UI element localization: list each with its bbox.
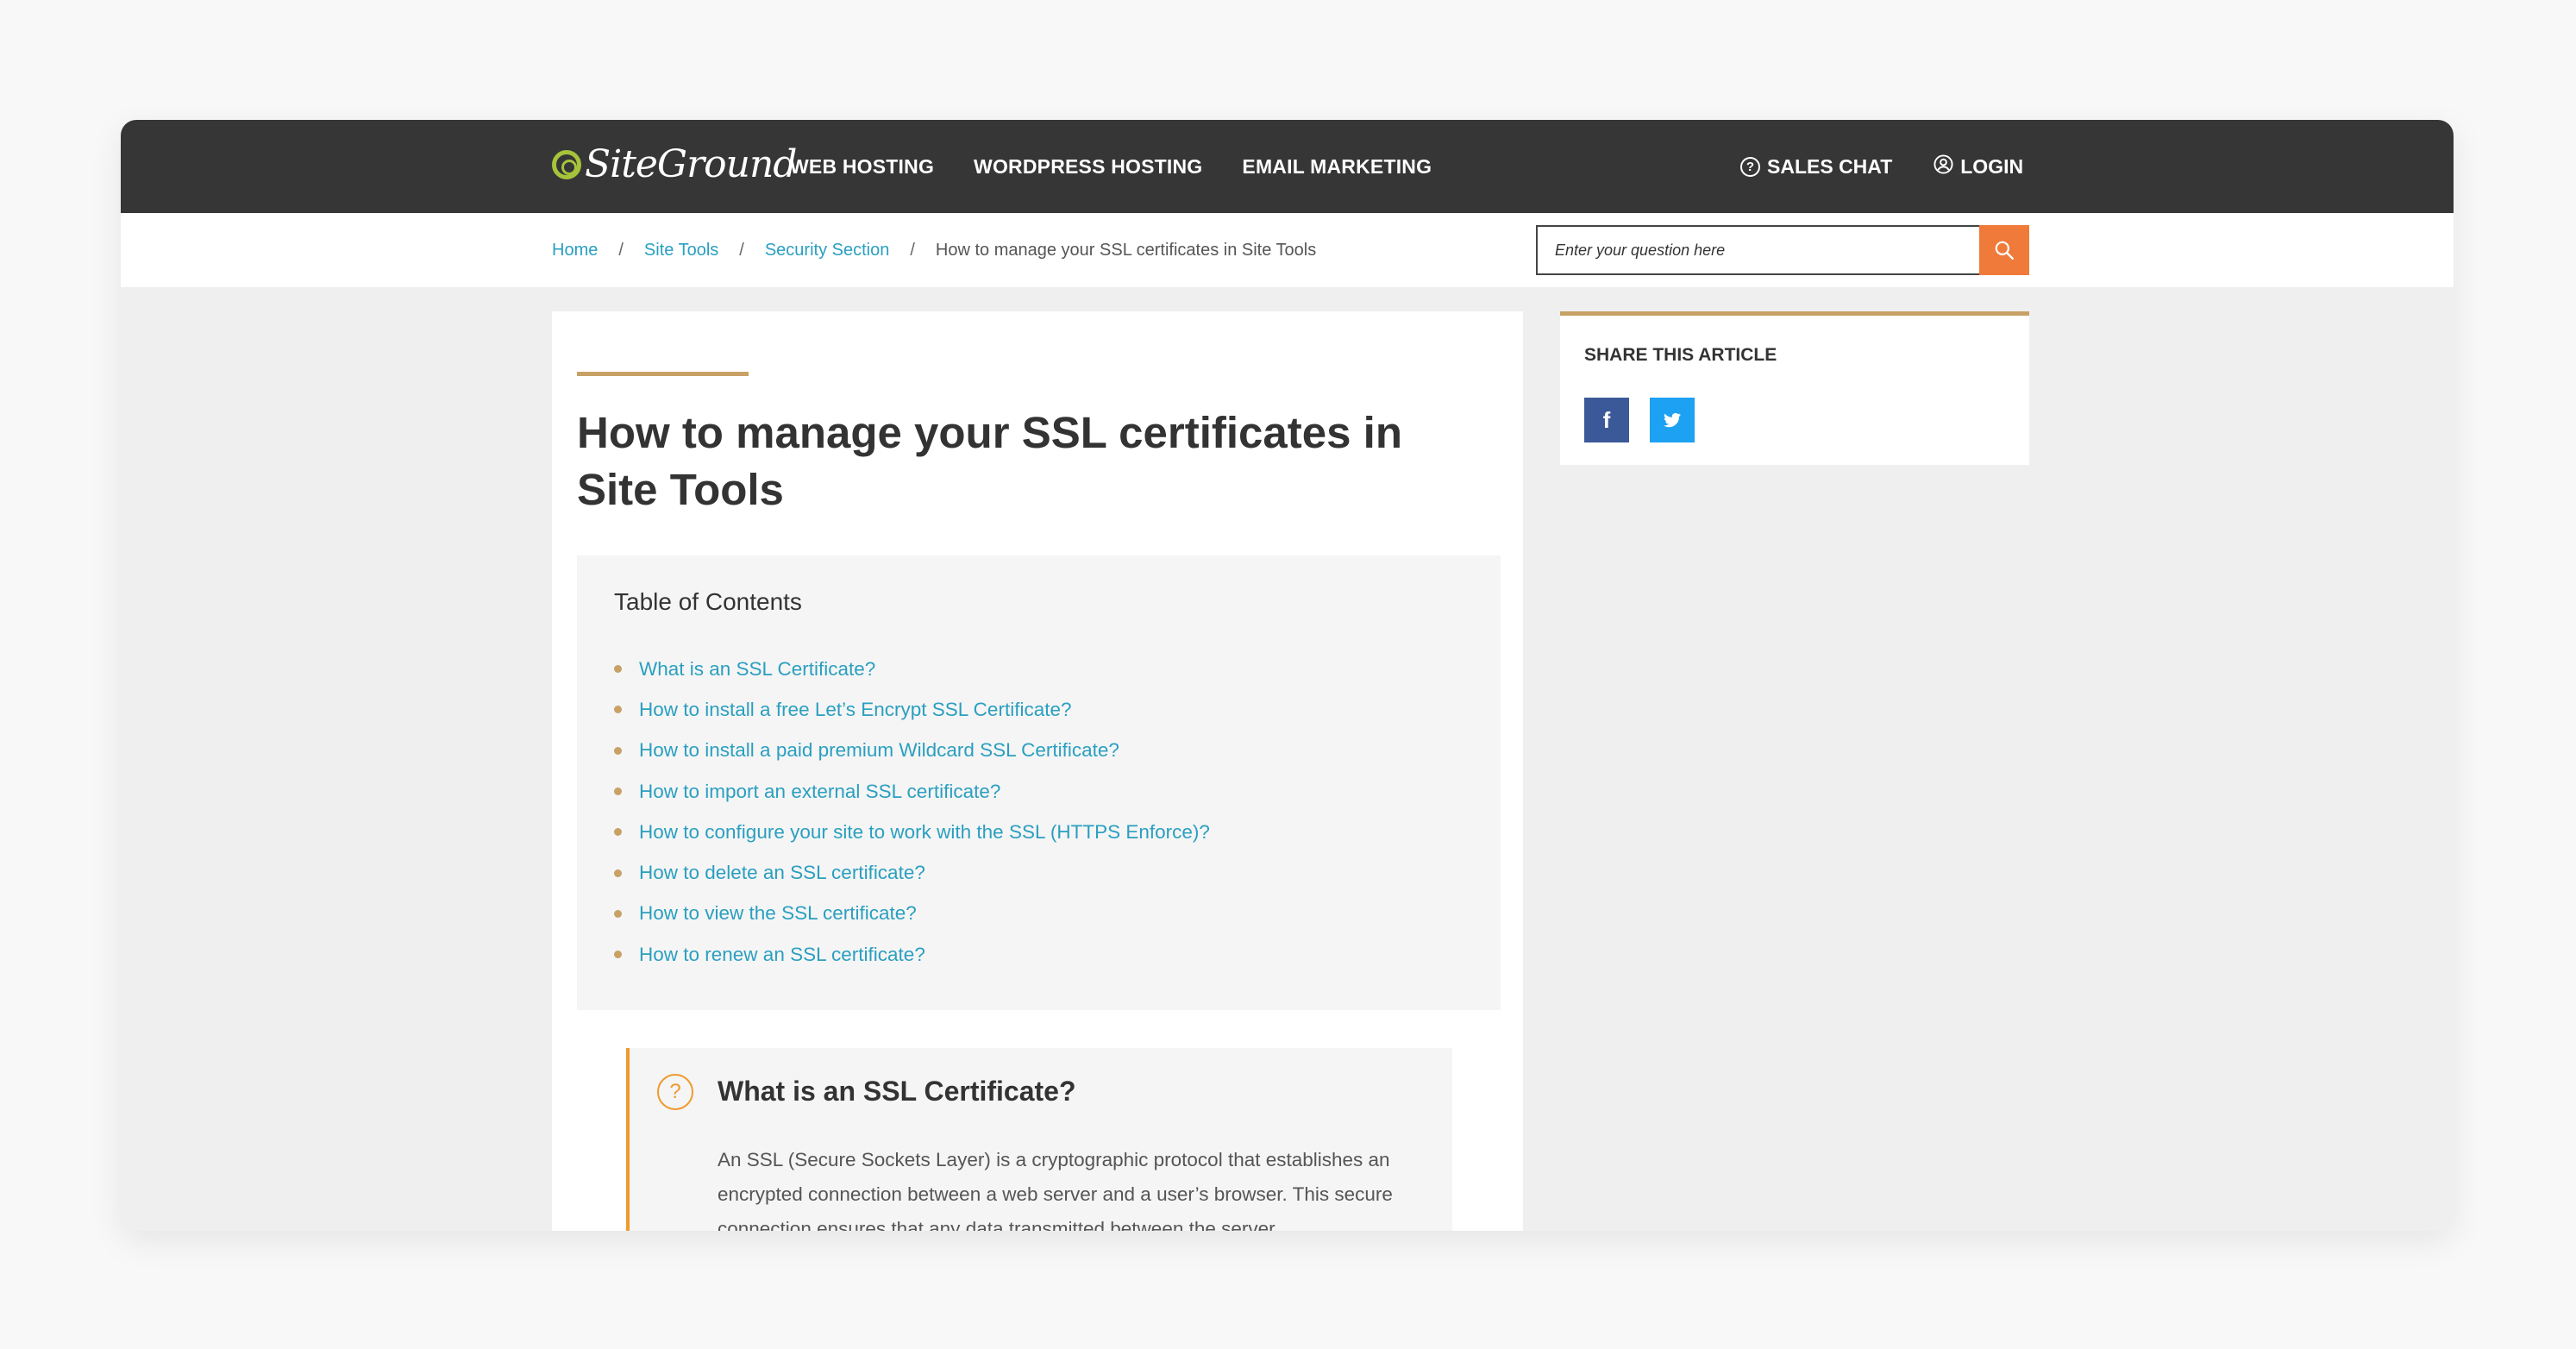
logo-swirl-icon [552,149,581,179]
login-label: LOGIN [1960,154,2024,178]
breadcrumb-site-tools[interactable]: Site Tools [644,241,718,260]
breadcrumb-bar: Home / Site Tools / Security Section / H… [121,213,2454,287]
bullet-icon [614,869,622,877]
twitter-share-button[interactable] [1650,398,1695,442]
toc-item[interactable]: How to configure your site to work with … [614,812,1210,852]
browser-window: SiteGround WEB HOSTING WORDPRESS HOSTING… [121,120,2454,1231]
account-menu: ? SALES CHAT LOGIN [1740,120,2023,213]
siteground-logo[interactable]: SiteGround [552,142,797,186]
nav-web-hosting[interactable]: WEB HOSTING [790,155,934,179]
bullet-icon [614,746,622,755]
article-card: How to manage your SSL certificates in S… [552,311,1523,1231]
bullet-icon [614,787,622,796]
bullet-icon [614,909,622,918]
toc-link[interactable]: How to install a free Let’s Encrypt SSL … [639,699,1071,721]
bullet-icon [614,665,622,674]
sales-chat-link[interactable]: ? SALES CHAT [1740,155,1892,179]
toc-item[interactable]: How to import an external SSL certificat… [614,771,1210,812]
toc-item[interactable]: How to delete an SSL certificate? [614,852,1210,893]
toc-link[interactable]: How to import an external SSL certificat… [639,781,1000,803]
bullet-icon [614,706,622,714]
title-divider [577,372,749,376]
toc-link[interactable]: How to renew an SSL certificate? [639,944,925,966]
page-title: How to manage your SSL certificates in S… [577,408,1402,514]
search-button[interactable] [1979,225,2029,275]
breadcrumb-current: How to manage your SSL certificates in S… [935,240,1317,260]
toc-link[interactable]: How to install a paid premium Wildcard S… [639,739,1119,762]
toc-item[interactable]: How to install a free Let’s Encrypt SSL … [614,689,1210,730]
login-link[interactable]: LOGIN [1934,154,2023,179]
facebook-share-button[interactable]: f [1584,398,1629,442]
toc-link[interactable]: How to view the SSL certificate? [639,902,917,925]
sales-chat-label: SALES CHAT [1767,154,1893,178]
breadcrumb-separator: / [618,240,624,260]
search-box [1536,225,2029,275]
toc-title: Table of Contents [614,588,802,615]
breadcrumb-separator: / [910,240,915,260]
toc-link[interactable]: How to delete an SSL certificate? [639,862,925,884]
breadcrumb: Home / Site Tools / Security Section / H… [552,213,1316,287]
bullet-icon [614,951,622,959]
toc-link[interactable]: What is an SSL Certificate? [639,658,875,681]
table-of-contents: Table of Contents What is an SSL Certifi… [577,555,1501,1010]
twitter-icon [1664,412,1681,428]
section-body: An SSL (Secure Sockets Layer) is a crypt… [718,1149,1393,1231]
question-circle-icon: ? [657,1074,693,1110]
user-circle-icon [1934,154,1953,179]
nav-email-marketing[interactable]: EMAIL MARKETING [1242,155,1432,179]
breadcrumb-separator: / [739,240,744,260]
toc-list: What is an SSL Certificate? How to insta… [614,649,1210,975]
toc-link[interactable]: How to configure your site to work with … [639,821,1210,844]
search-input[interactable] [1536,225,1979,275]
main-menu: WEB HOSTING WORDPRESS HOSTING EMAIL MARK… [790,120,1432,213]
share-title: SHARE THIS ARTICLE [1584,345,1777,365]
toc-item[interactable]: How to renew an SSL certificate? [614,934,1210,975]
question-circle-icon: ? [1740,156,1760,177]
breadcrumb-security-section[interactable]: Security Section [765,241,890,260]
bullet-icon [614,828,622,837]
share-card: SHARE THIS ARTICLE f [1560,311,2029,465]
top-navigation: SiteGround WEB HOSTING WORDPRESS HOSTING… [121,120,2454,213]
section-title: What is an SSL Certificate? [718,1076,1076,1107]
logo-text: SiteGround [585,142,797,186]
nav-wordpress-hosting[interactable]: WORDPRESS HOSTING [974,155,1202,179]
search-icon [1995,241,2014,260]
breadcrumb-home[interactable]: Home [552,241,598,260]
facebook-icon: f [1602,406,1611,433]
toc-item[interactable]: How to view the SSL certificate? [614,894,1210,934]
share-buttons: f [1584,398,1695,442]
toc-item[interactable]: How to install a paid premium Wildcard S… [614,731,1210,771]
toc-item[interactable]: What is an SSL Certificate? [614,649,1210,689]
faq-section: ? What is an SSL Certificate? An SSL (Se… [626,1048,1452,1231]
